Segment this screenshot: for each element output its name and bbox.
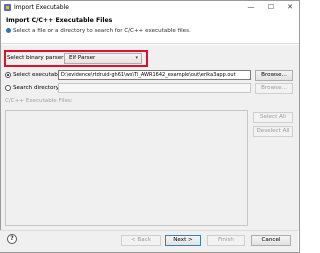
- app-icon: [4, 4, 11, 11]
- maximize-button[interactable]: ☐: [262, 1, 280, 14]
- search-directory-radio[interactable]: [5, 85, 11, 91]
- select-executable-label[interactable]: Select executable:: [13, 72, 65, 78]
- close-button[interactable]: ✕: [281, 1, 299, 14]
- info-icon: [6, 28, 11, 33]
- executable-path-input[interactable]: D:\evidence\rtdruid-gh61\ws\Ti_AWR1642_e…: [58, 70, 251, 80]
- parser-selected-value: Elf Parser: [69, 55, 96, 61]
- select-all-button[interactable]: Select All: [253, 112, 293, 123]
- help-icon[interactable]: ?: [7, 234, 17, 244]
- browse-directory-button[interactable]: Browse...: [255, 83, 293, 94]
- next-button[interactable]: Next >: [165, 235, 201, 246]
- browse-executable-button[interactable]: Browse...: [255, 70, 293, 81]
- dialog-header: Import C/C++ Executable Files Select a f…: [1, 14, 299, 44]
- chevron-down-icon: ▾: [135, 55, 138, 61]
- back-button[interactable]: < Back: [121, 235, 161, 246]
- select-executable-radio[interactable]: [5, 72, 11, 78]
- search-directory-label[interactable]: Search directory:: [13, 85, 61, 91]
- title-bar: Import Executable — ☐ ✕: [1, 1, 299, 14]
- window-title: Import Executable: [14, 4, 69, 11]
- parser-label: Select binary parser:: [7, 55, 66, 61]
- search-directory-input[interactable]: [58, 83, 251, 93]
- dialog-description: Select a file or a directory to search f…: [13, 28, 191, 34]
- minimize-button[interactable]: —: [242, 1, 260, 14]
- finish-button[interactable]: Finish: [207, 235, 245, 246]
- deselect-all-button[interactable]: Deselect All: [253, 126, 293, 137]
- binary-parser-select[interactable]: Elf Parser ▾: [64, 53, 142, 64]
- dialog-heading: Import C/C++ Executable Files: [6, 17, 113, 24]
- executable-files-label: C/C++ Executable Files:: [5, 98, 73, 104]
- executable-files-list[interactable]: [5, 110, 248, 226]
- cancel-button[interactable]: Cancel: [251, 235, 291, 246]
